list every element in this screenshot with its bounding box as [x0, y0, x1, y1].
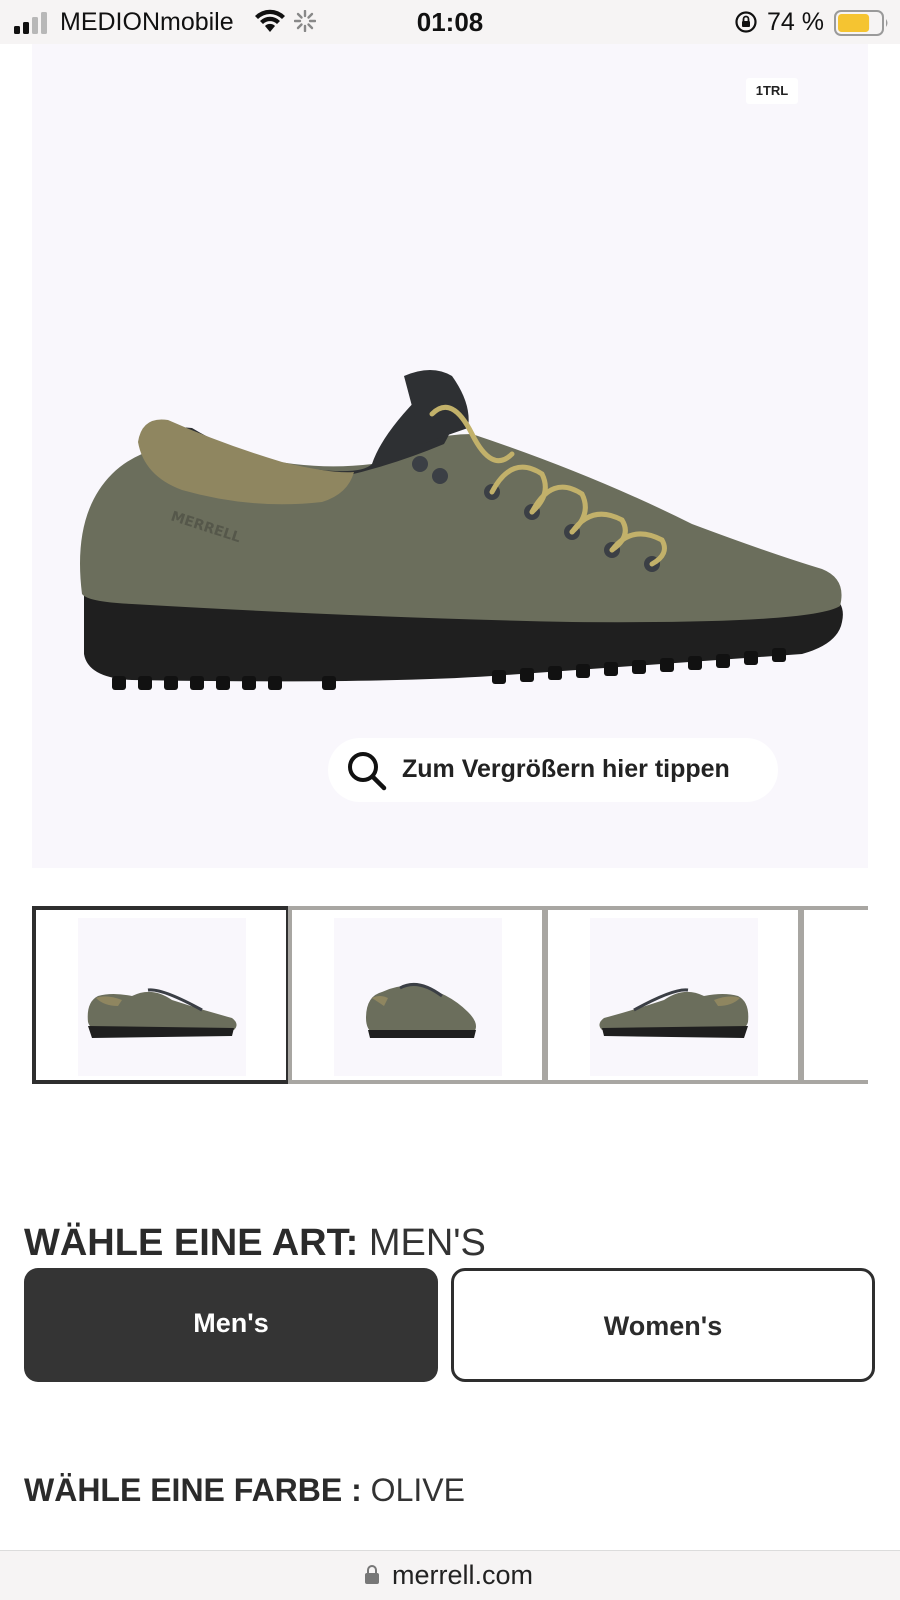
thumbnail-strip[interactable]: [32, 906, 868, 1084]
shoe-thumbnail-side-left: [87, 988, 237, 1038]
magnifier-icon: [348, 752, 387, 791]
image-badge: 1TRL: [746, 78, 798, 104]
shoe-image: MERRELL: [80, 370, 843, 690]
thumbnail-1[interactable]: [32, 906, 290, 1084]
clock-time: 01:08: [416, 7, 484, 37]
zoom-hint-text: Zum Vergrößern hier tippen: [402, 755, 730, 783]
type-option-womens-button[interactable]: Women's: [451, 1268, 875, 1382]
shoe-thumbnail-side-right: [599, 988, 749, 1038]
thumbnail-image: [334, 918, 502, 1076]
color-selected-value: OLIVE: [370, 1472, 465, 1508]
thumbnail-2[interactable]: [288, 906, 546, 1084]
type-selected-value: MEN'S: [368, 1222, 486, 1264]
type-heading: WÄHLE EINE ART: MEN'S: [24, 1222, 486, 1265]
lock-icon: [365, 1565, 379, 1584]
thumbnail-image: [78, 918, 246, 1076]
battery-icon: [834, 10, 888, 36]
product-image[interactable]: 1TRL MERRELL Zum Vergrößern hier tippen: [32, 44, 868, 868]
color-heading: WÄHLE EINE FARBE : OLIVE: [24, 1472, 465, 1509]
type-option-mens-button[interactable]: Men's: [24, 1268, 438, 1382]
url-domain: merrell.com: [392, 1560, 534, 1590]
zoom-hint-pill[interactable]: Zum Vergrößern hier tippen: [328, 738, 778, 802]
battery-percentage: 74 %: [767, 8, 824, 36]
type-heading-label: WÄHLE EINE ART:: [24, 1222, 359, 1264]
color-heading-label: WÄHLE EINE FARBE :: [24, 1472, 362, 1508]
status-bar: MEDIONmobile 01:08 74 %: [0, 0, 900, 44]
orientation-lock-icon: [735, 11, 757, 33]
thumbnail-image: [590, 918, 758, 1076]
thumbnail-4[interactable]: [800, 906, 868, 1084]
thumbnail-3[interactable]: [544, 906, 802, 1084]
shoe-thumbnail-front: [366, 982, 476, 1038]
browser-url-bar[interactable]: merrell.com: [0, 1550, 900, 1600]
